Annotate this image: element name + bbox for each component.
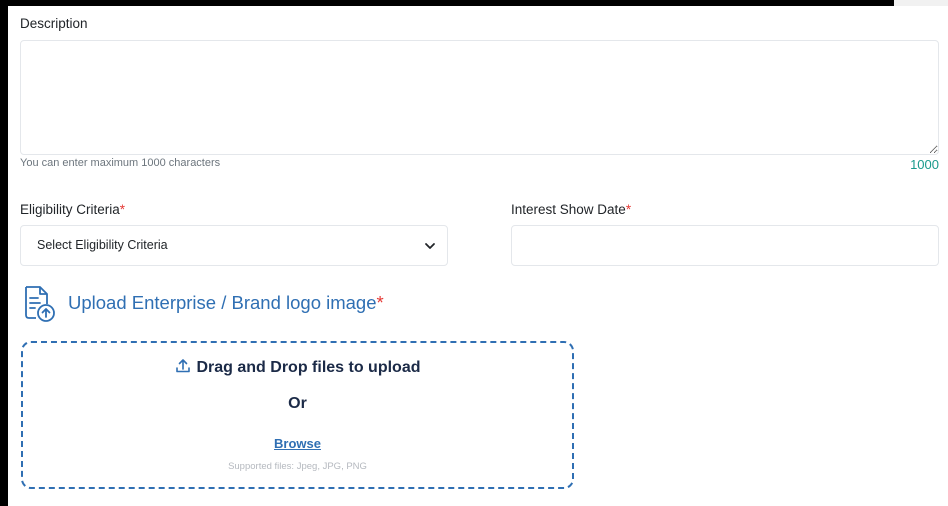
dropzone-drag-text: Drag and Drop files to upload [196,359,421,376]
browse-link[interactable]: Browse [23,436,572,451]
interest-date-input[interactable] [511,225,939,266]
dropzone-heading: Drag and Drop files to upload [23,357,572,377]
file-dropzone[interactable]: Drag and Drop files to upload Or Browse … [21,341,574,489]
window-left-border [0,0,8,506]
eligibility-label: Eligibility Criteria* [20,202,125,217]
required-asterisk: * [119,202,126,217]
chevron-down-icon [425,243,435,249]
supported-files-note: Supported files: Jpeg, JPG, PNG [228,461,367,472]
required-asterisk: * [625,202,632,217]
dropzone-or: Or [288,395,307,412]
required-asterisk: * [376,292,384,313]
description-textarea[interactable] [20,40,939,155]
description-label: Description [20,16,88,31]
eligibility-select[interactable]: Select Eligibility Criteria [20,225,448,266]
window-top-border [0,0,948,6]
eligibility-selected-value: Select Eligibility Criteria [37,238,168,252]
description-hint: You can enter maximum 1000 characters [20,157,221,169]
file-upload-icon [25,286,55,322]
character-counter: 1000 [910,157,939,172]
upload-icon [176,359,191,373]
interest-date-label-text: Interest Show Date [511,202,626,217]
upload-logo-title: Upload Enterprise / Brand logo image* [68,292,384,314]
window-corner [894,0,948,6]
upload-logo-title-text: Upload Enterprise / Brand logo image [68,292,377,313]
eligibility-label-text: Eligibility Criteria [20,202,120,217]
interest-date-label: Interest Show Date* [511,202,631,217]
